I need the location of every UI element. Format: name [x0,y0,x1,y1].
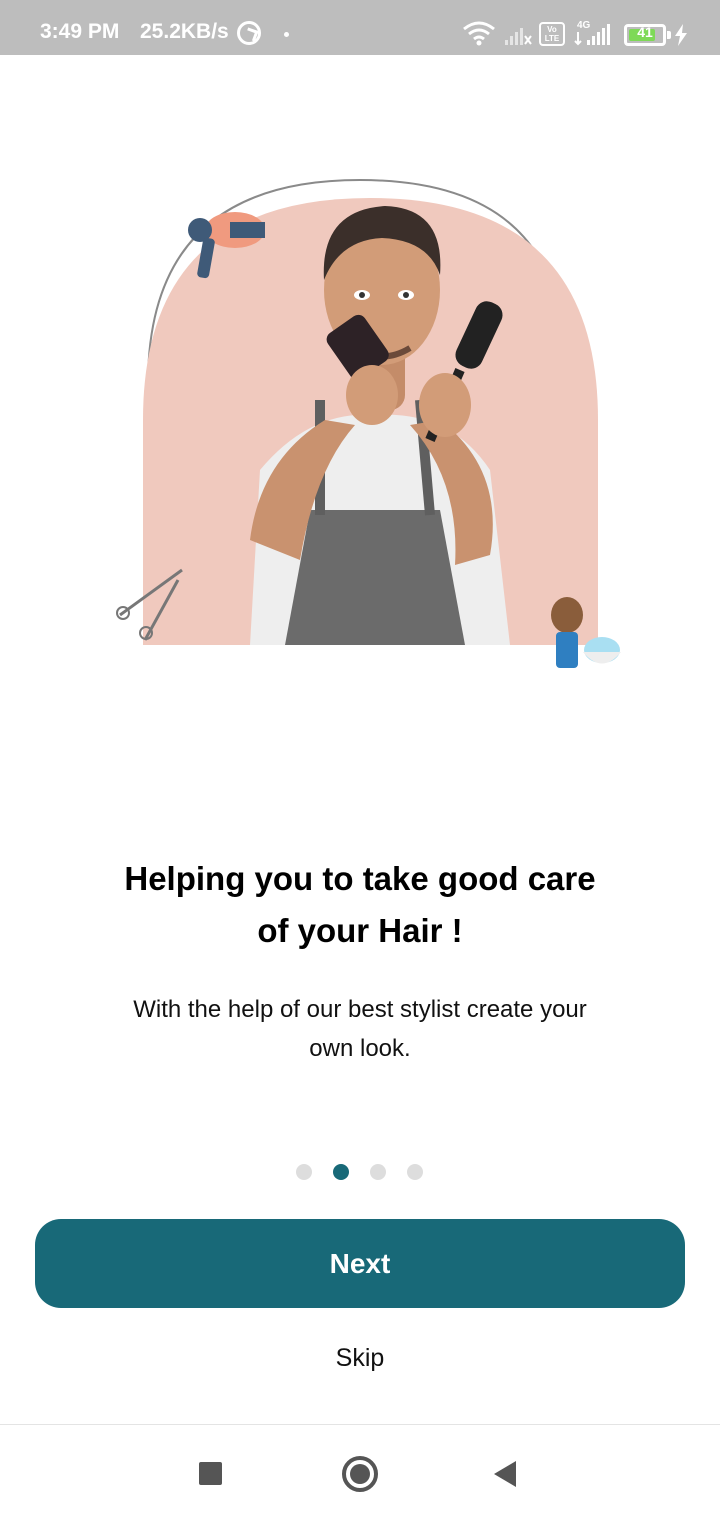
svg-text:4G: 4G [577,20,591,31]
battery-level: 41 [637,24,653,40]
onboarding-subtext: With the help of our best stylist create… [133,996,587,1062]
page-dot-1[interactable] [295,1164,312,1180]
network-speed: 25.2KB/s [140,20,229,43]
page-dot-2-active[interactable] [332,1164,349,1180]
status-time: 3:49 PM [40,20,120,43]
volte-icon: Vo LTE [539,22,565,46]
hero-illustration [110,170,630,680]
page-dot-4[interactable] [406,1164,423,1180]
page-dot-3[interactable] [369,1164,386,1180]
next-button[interactable]: Next [35,1219,685,1308]
onboarding-headline: Helping you to take good care of your Ha… [124,860,596,949]
home-icon[interactable] [342,1456,378,1492]
back-icon[interactable] [494,1461,516,1487]
wifi-icon [463,21,495,46]
system-nav-bar [0,1424,720,1520]
charging-icon [675,24,687,46]
recents-icon[interactable] [199,1462,222,1485]
4g-signal-icon: 4G [574,20,610,46]
skip-link[interactable]: Skip [260,1338,460,1378]
status-bar: 3:49 PM 25.2KB/s Vo LTE 4G 41 [0,0,720,55]
page-indicator [0,1164,720,1182]
battery-icon: 41 [624,24,671,46]
dot-icon [284,32,289,37]
sync-icon [237,21,261,45]
signal-icon [505,28,532,45]
